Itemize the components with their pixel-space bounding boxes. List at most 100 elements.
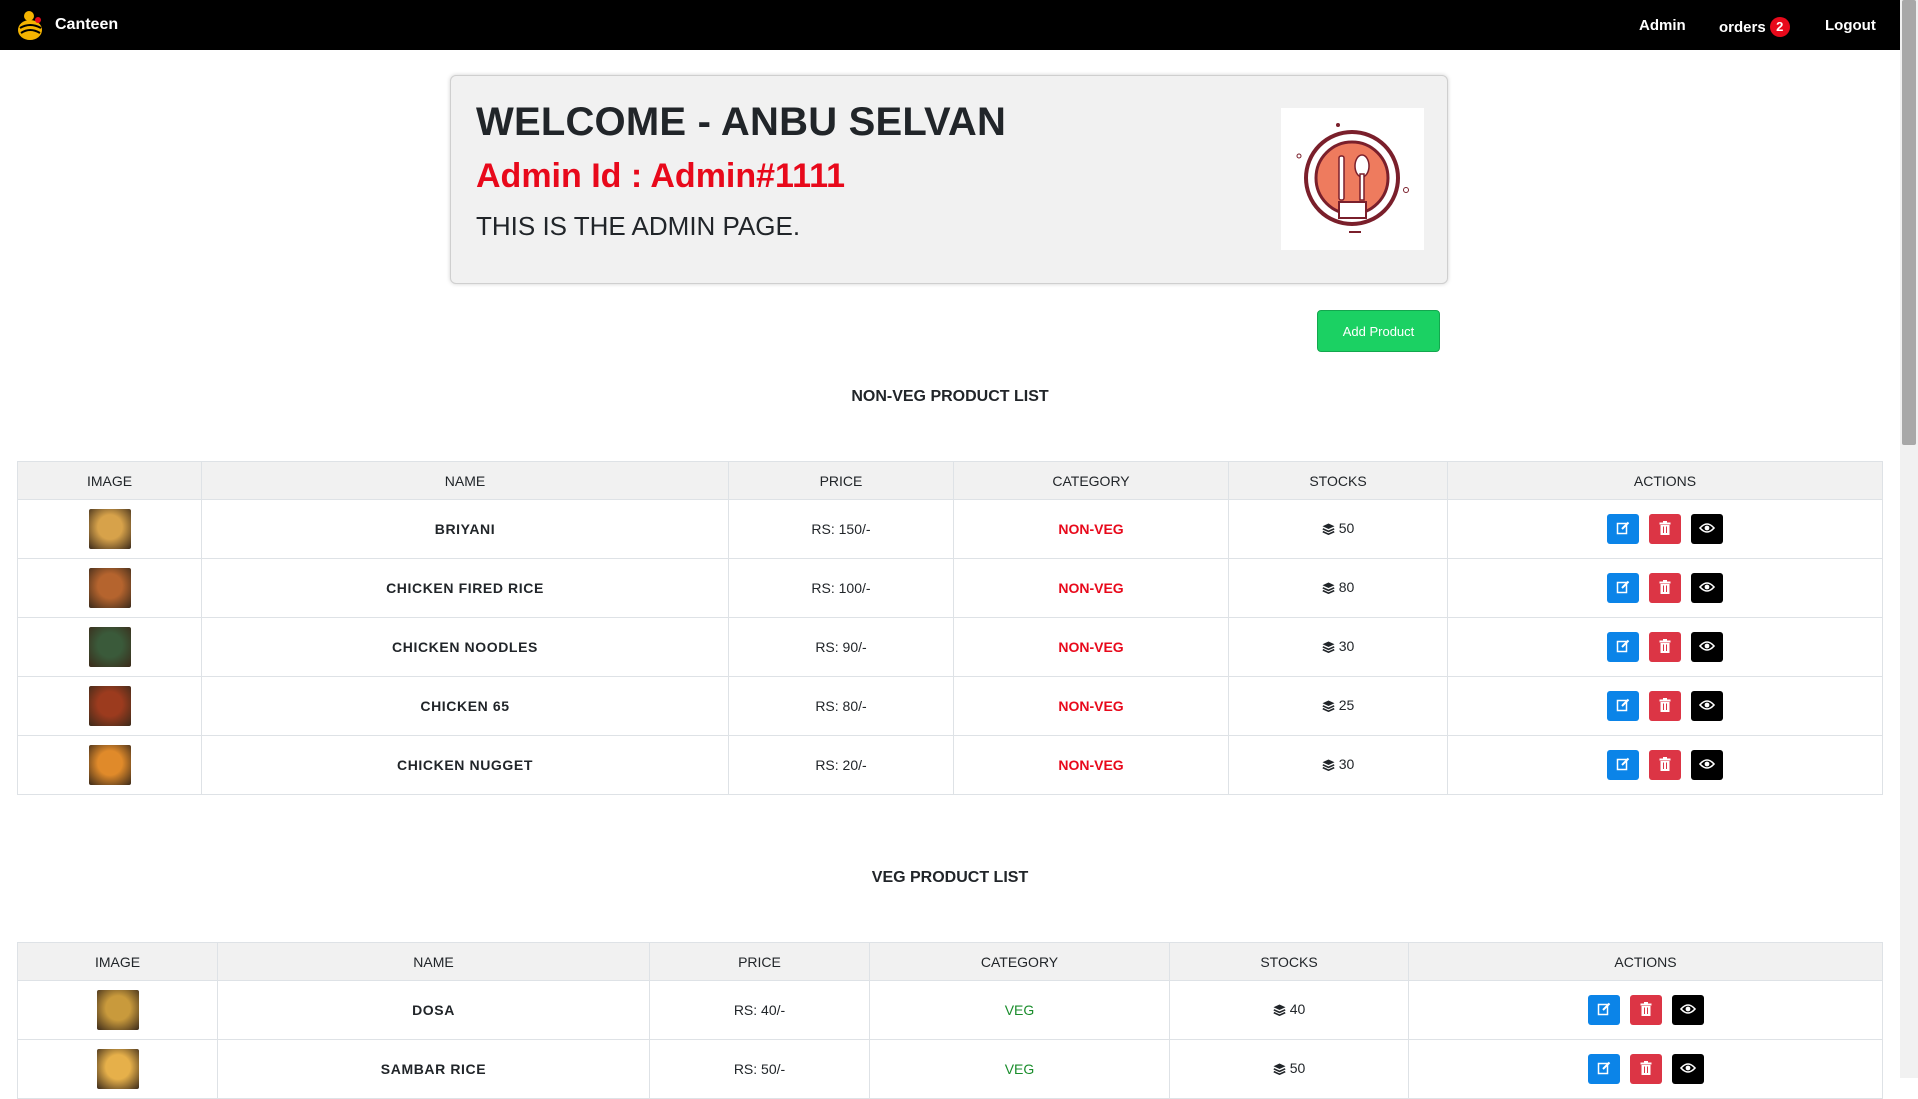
product-thumbnail[interactable] <box>96 990 139 1030</box>
product-category: NON-VEG <box>953 499 1229 559</box>
view-product-button[interactable] <box>1691 691 1723 721</box>
product-name: DOSA <box>217 980 650 1040</box>
edit-product-button[interactable] <box>1607 750 1639 780</box>
layers-icon <box>1273 1003 1286 1019</box>
product-actions <box>1447 735 1883 795</box>
product-stock: 50 <box>1338 520 1355 536</box>
view-product-button[interactable] <box>1691 632 1723 662</box>
delete-product-button[interactable] <box>1649 691 1681 721</box>
edit-product-button[interactable] <box>1607 514 1639 544</box>
trash-icon <box>1649 521 1681 535</box>
product-thumbnail[interactable] <box>88 686 131 726</box>
product-image-cell <box>17 980 218 1040</box>
product-name: CHICKEN NOODLES <box>201 617 729 677</box>
product-category: VEG <box>869 980 1170 1040</box>
edit-product-button[interactable] <box>1607 573 1639 603</box>
table-row: CHICKEN NOODLES RS: 90/- NON-VEG 30 <box>17 617 1883 677</box>
edit-product-button[interactable] <box>1607 632 1639 662</box>
trash-icon <box>1649 639 1681 653</box>
product-actions <box>1447 617 1883 677</box>
edit-product-button[interactable] <box>1587 995 1620 1025</box>
product-price: RS: 150/- <box>728 499 954 559</box>
layers-icon <box>1322 758 1335 774</box>
delete-product-button[interactable] <box>1649 573 1681 603</box>
veg-section-title: VEG PRODUCT LIST <box>871 869 1029 886</box>
product-stock: 30 <box>1338 638 1355 654</box>
delete-product-button[interactable] <box>1649 514 1681 544</box>
product-stock-cell: 40 <box>1169 980 1409 1040</box>
product-stock: 25 <box>1338 697 1355 713</box>
product-category: NON-VEG <box>953 558 1229 618</box>
col-header-stocks: STOCKS <box>1169 942 1409 981</box>
product-thumbnail[interactable] <box>88 627 131 667</box>
col-header-actions: ACTIONS <box>1408 942 1883 981</box>
product-image-cell <box>17 1039 218 1099</box>
eye-icon <box>1691 698 1723 712</box>
admin-id: Admin Id : Admin#1111 <box>476 157 846 195</box>
delete-product-button[interactable] <box>1629 995 1662 1025</box>
brand-name: Canteen <box>55 16 119 33</box>
col-header-category: CATEGORY <box>953 461 1229 500</box>
product-price: RS: 20/- <box>728 735 954 795</box>
nav-logout-link[interactable]: Logout <box>1825 17 1876 34</box>
eye-icon <box>1691 757 1723 771</box>
edit-icon <box>1588 1002 1620 1016</box>
product-image-cell <box>17 617 202 677</box>
product-actions <box>1408 980 1883 1040</box>
table-row: DOSA RS: 40/- VEG 40 <box>17 980 1883 1040</box>
edit-product-button[interactable] <box>1587 1054 1620 1084</box>
table-row: CHICKEN 65 RS: 80/- NON-VEG 25 <box>17 676 1883 736</box>
product-thumbnail[interactable] <box>88 745 131 785</box>
eye-icon <box>1691 580 1723 594</box>
product-price: RS: 50/- <box>649 1039 870 1099</box>
product-stock: 30 <box>1338 756 1355 772</box>
view-product-button[interactable] <box>1671 995 1704 1025</box>
delete-product-button[interactable] <box>1649 632 1681 662</box>
eye-icon <box>1672 1002 1704 1016</box>
eye-icon <box>1672 1061 1704 1075</box>
scrollbar-thumb[interactable] <box>1902 0 1916 445</box>
product-category: VEG <box>869 1039 1170 1099</box>
table-row: CHICKEN FIRED RICE RS: 100/- NON-VEG 80 <box>17 558 1883 618</box>
restaurant-logo-icon <box>1281 108 1424 250</box>
product-stock: 40 <box>1289 1001 1306 1017</box>
edit-icon <box>1607 521 1639 535</box>
nav-orders-label: orders <box>1719 19 1766 36</box>
col-header-actions: ACTIONS <box>1447 461 1883 500</box>
edit-product-button[interactable] <box>1607 691 1639 721</box>
view-product-button[interactable] <box>1691 514 1723 544</box>
view-product-button[interactable] <box>1671 1054 1704 1084</box>
welcome-title: WELCOME - ANBU SELVAN <box>476 100 1007 144</box>
layers-icon <box>1322 581 1335 597</box>
product-image-cell <box>17 676 202 736</box>
col-header-stocks: STOCKS <box>1228 461 1448 500</box>
trash-icon <box>1630 1002 1662 1016</box>
table-header-row: IMAGE NAME PRICE CATEGORY STOCKS ACTIONS <box>17 461 1883 500</box>
product-thumbnail[interactable] <box>88 568 131 608</box>
product-thumbnail[interactable] <box>88 509 131 549</box>
col-header-image: IMAGE <box>17 461 202 500</box>
product-image-cell <box>17 735 202 795</box>
navbar: Canteen Admin orders 2 Logout <box>0 0 1900 50</box>
product-category: NON-VEG <box>953 617 1229 677</box>
delete-product-button[interactable] <box>1629 1054 1662 1084</box>
page-scrollbar[interactable] <box>1900 0 1918 1078</box>
view-product-button[interactable] <box>1691 573 1723 603</box>
nav-orders-link[interactable]: orders 2 <box>1719 17 1790 37</box>
col-header-price: PRICE <box>728 461 954 500</box>
col-header-category: CATEGORY <box>869 942 1170 981</box>
welcome-card: WELCOME - ANBU SELVAN Admin Id : Admin#1… <box>450 75 1448 284</box>
brand[interactable]: Canteen <box>16 8 118 42</box>
product-thumbnail[interactable] <box>96 1049 139 1089</box>
col-header-name: NAME <box>201 461 729 500</box>
delete-product-button[interactable] <box>1649 750 1681 780</box>
product-price: RS: 100/- <box>728 558 954 618</box>
product-category: NON-VEG <box>953 735 1229 795</box>
canteen-logo-icon <box>16 8 46 42</box>
product-name: CHICKEN NUGGET <box>201 735 729 795</box>
view-product-button[interactable] <box>1691 750 1723 780</box>
add-product-button[interactable]: Add Product <box>1317 310 1440 352</box>
table-row: CHICKEN NUGGET RS: 20/- NON-VEG 30 <box>17 735 1883 795</box>
nav-admin-link[interactable]: Admin <box>1639 17 1686 34</box>
nonveg-section-title: NON-VEG PRODUCT LIST <box>851 388 1049 405</box>
